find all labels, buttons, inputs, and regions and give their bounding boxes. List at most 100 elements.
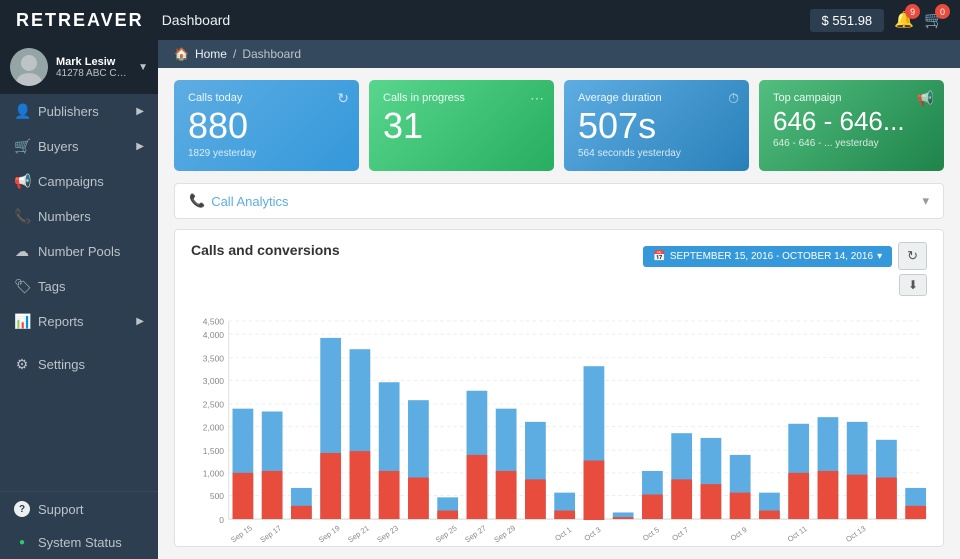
svg-text:4,500: 4,500 (203, 317, 225, 327)
date-range-arrow: ▾ (877, 251, 882, 262)
date-range-button[interactable]: 📅 SEPTEMBER 15, 2016 - OCTOBER 14, 2016 … (643, 246, 892, 267)
sidebar-item-campaigns-label: Campaigns (38, 174, 144, 189)
svg-text:3,000: 3,000 (203, 376, 225, 386)
svg-text:Sep 27: Sep 27 (463, 523, 488, 544)
bar-chart: 0 500 1,000 1,500 2,000 2,500 3,000 3,50… (191, 304, 927, 547)
breadcrumb-home[interactable]: Home (195, 47, 227, 61)
svg-text:Sep 21: Sep 21 (346, 523, 371, 544)
chart-header: Calls and conversions 📅 SEPTEMBER 15, 20… (191, 242, 927, 296)
buyers-icon: 🛒 (14, 138, 30, 155)
number-pools-icon: ☁ (14, 243, 30, 260)
sidebar-item-campaigns[interactable]: 📢 Campaigns (0, 164, 158, 199)
stat-card-avg-duration: ⏱ Average duration 507s 564 seconds yest… (564, 80, 749, 171)
svg-text:2,000: 2,000 (203, 422, 225, 432)
svg-text:Oct 9: Oct 9 (729, 525, 749, 543)
sidebar-item-support[interactable]: ? Support (0, 492, 158, 526)
svg-text:Oct 1: Oct 1 (553, 525, 573, 543)
tags-icon: 🏷 (14, 278, 30, 295)
support-icon: ? (14, 501, 30, 517)
sidebar-item-tags[interactable]: 🏷 Tags (0, 269, 158, 304)
call-analytics-label: Call Analytics (211, 194, 288, 209)
publishers-arrow: ▶ (136, 106, 144, 117)
user-dropdown-arrow: ▼ (138, 62, 148, 73)
main-content: 🏠 Home / Dashboard ↻ Calls today 880 182… (158, 40, 960, 559)
sidebar-item-numbers-label: Numbers (38, 209, 144, 224)
sidebar-item-numbers[interactable]: 📞 Numbers (0, 199, 158, 234)
sidebar-item-system-status[interactable]: ● System Status (0, 526, 158, 559)
stats-row: ↻ Calls today 880 1829 yesterday ⋯ Calls… (158, 68, 960, 183)
calls-today-subtitle: 1829 yesterday (188, 148, 345, 159)
user-name: Mark Lesiw (56, 56, 130, 68)
calls-today-title: Calls today (188, 92, 345, 104)
svg-text:0: 0 (219, 515, 224, 525)
sidebar-item-buyers-label: Buyers (38, 139, 128, 154)
sidebar-item-number-pools-label: Number Pools (38, 244, 144, 259)
user-profile[interactable]: Mark Lesiw 41278 ABC Company ▼ (0, 40, 158, 94)
svg-text:Oct 5: Oct 5 (641, 525, 661, 543)
sidebar-item-reports[interactable]: 📊 Reports ▶ (0, 304, 158, 339)
sidebar-item-publishers[interactable]: 👤 Publishers ▶ (0, 94, 158, 129)
avatar (10, 48, 48, 86)
sidebar-item-settings[interactable]: ⚙ Settings (0, 347, 158, 382)
download-button[interactable]: ⬇ (899, 274, 927, 296)
svg-text:Sep 23: Sep 23 (375, 523, 400, 544)
buyers-arrow: ▶ (136, 141, 144, 152)
calls-today-value: 880 (188, 108, 345, 144)
avg-duration-title: Average duration (578, 92, 735, 104)
top-campaign-value: 646 - 646... (773, 108, 930, 134)
notification-badge: 9 (905, 4, 920, 19)
stat-card-top-campaign: 📢 Top campaign 646 - 646... 646 - 646 - … (759, 80, 944, 171)
svg-text:Oct 7: Oct 7 (670, 525, 690, 543)
calls-in-progress-title: Calls in progress (383, 92, 540, 104)
chart-area: Calls and conversions 📅 SEPTEMBER 15, 20… (174, 229, 944, 547)
sidebar: Mark Lesiw 41278 ABC Company ▼ 👤 Publish… (0, 40, 158, 559)
call-analytics-bar[interactable]: 📞 Call Analytics ▾ (174, 183, 944, 219)
app-logo: RETREAVER (16, 10, 144, 31)
nav-menu: 👤 Publishers ▶ 🛒 Buyers ▶ 📢 Campaigns 📞 … (0, 94, 158, 382)
refresh-button[interactable]: ↻ (898, 242, 927, 270)
page-title: Dashboard (162, 12, 231, 28)
system-status-icon: ● (14, 537, 30, 548)
sidebar-item-publishers-label: Publishers (38, 104, 128, 119)
avg-duration-subtitle: 564 seconds yesterday (578, 148, 735, 159)
breadcrumb-separator: / (233, 47, 236, 61)
stat-card-calls-today: ↻ Calls today 880 1829 yesterday (174, 80, 359, 171)
svg-text:Sep 25: Sep 25 (434, 523, 459, 544)
analytics-chevron: ▾ (922, 193, 929, 209)
calendar-icon: 📅 (653, 251, 665, 262)
svg-text:Oct 13: Oct 13 (844, 524, 867, 544)
reports-arrow: ▶ (136, 316, 144, 327)
sidebar-item-support-label: Support (38, 502, 144, 517)
balance-display: $ 551.98 (810, 9, 885, 32)
calls-in-progress-subtitle (383, 148, 540, 159)
top-campaign-title: Top campaign (773, 92, 930, 104)
sidebar-item-settings-label: Settings (38, 357, 144, 372)
svg-text:500: 500 (210, 491, 224, 501)
sidebar-item-tags-label: Tags (38, 279, 144, 294)
svg-text:4,000: 4,000 (203, 330, 225, 340)
sidebar-item-system-status-label: System Status (38, 535, 144, 550)
avg-duration-value: 507s (578, 108, 735, 144)
svg-text:Sep 19: Sep 19 (317, 523, 342, 544)
phone-icon: 📞 (189, 193, 205, 209)
svg-text:3,500: 3,500 (203, 353, 225, 363)
svg-text:1,500: 1,500 (203, 446, 225, 456)
settings-icon: ⚙ (14, 356, 30, 373)
calls-in-progress-value: 31 (383, 108, 540, 144)
sidebar-item-number-pools[interactable]: ☁ Number Pools (0, 234, 158, 269)
svg-text:Oct 3: Oct 3 (583, 525, 603, 543)
campaigns-icon: 📢 (14, 173, 30, 190)
svg-text:2,500: 2,500 (203, 400, 225, 410)
reports-icon: 📊 (14, 313, 30, 330)
svg-text:Sep 15: Sep 15 (229, 523, 254, 544)
svg-text:1,000: 1,000 (203, 469, 225, 479)
numbers-icon: 📞 (14, 208, 30, 225)
sidebar-item-reports-label: Reports (38, 314, 128, 329)
date-range-label: SEPTEMBER 15, 2016 - OCTOBER 14, 2016 (670, 251, 873, 262)
user-company: 41278 ABC Company (56, 68, 130, 79)
breadcrumb-current: Dashboard (242, 47, 301, 61)
stat-card-calls-in-progress: ⋯ Calls in progress 31 (369, 80, 554, 171)
sidebar-item-buyers[interactable]: 🛒 Buyers ▶ (0, 129, 158, 164)
breadcrumb: 🏠 Home / Dashboard (158, 40, 960, 68)
publishers-icon: 👤 (14, 103, 30, 120)
